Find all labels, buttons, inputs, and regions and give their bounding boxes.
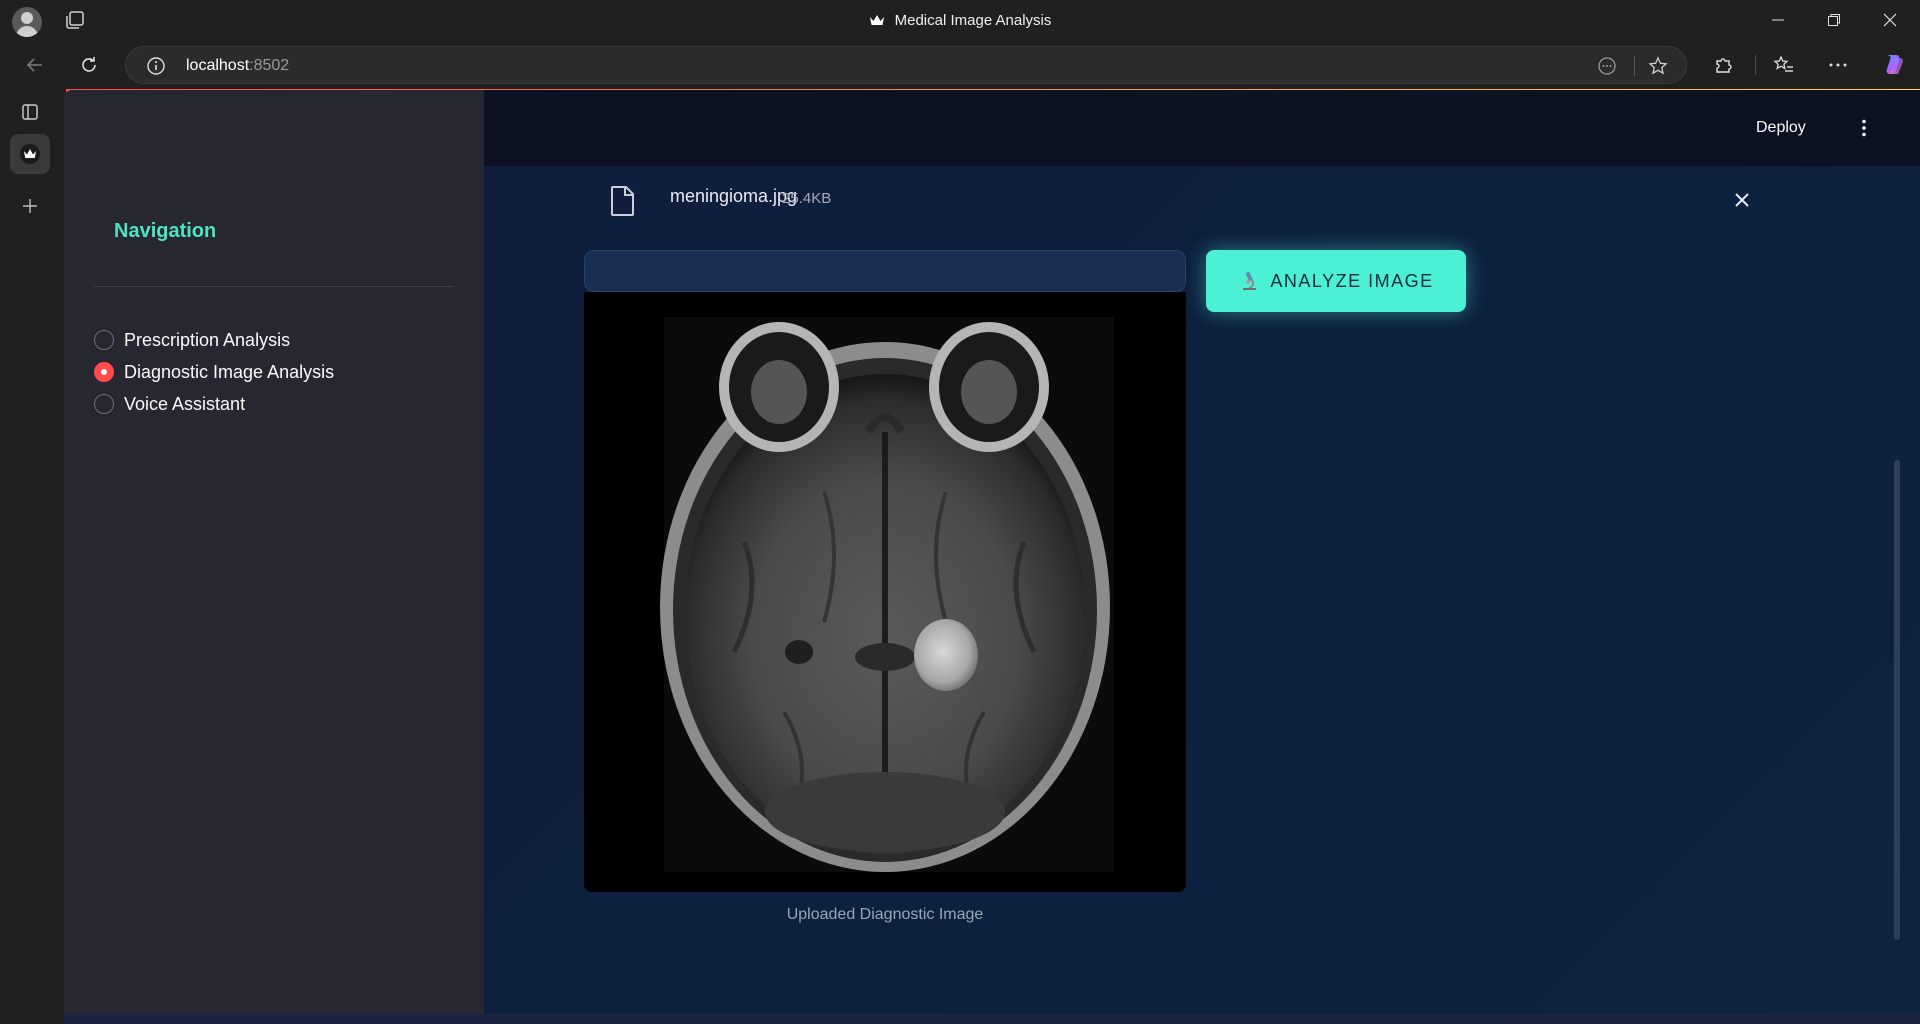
streamlit-crown-icon — [869, 15, 884, 25]
extensions-button[interactable] — [1707, 48, 1741, 82]
minimize-icon — [1772, 19, 1784, 21]
close-icon — [1883, 13, 1897, 27]
radio-label: Prescription Analysis — [124, 329, 291, 350]
refresh-button[interactable] — [72, 48, 106, 82]
info-icon[interactable] — [146, 56, 166, 76]
navigation-heading: Navigation — [114, 220, 217, 242]
app-sidebar: Navigation Prescription Analysis Diagnos… — [64, 90, 484, 1014]
browser-toolbar: localhost:8502 — [0, 40, 1920, 90]
sidebar-toggle-button[interactable] — [10, 92, 50, 132]
url-text[interactable]: localhost:8502 — [186, 47, 289, 85]
radio-button[interactable] — [94, 330, 114, 350]
profile-avatar[interactable] — [12, 7, 42, 37]
radio-label: Diagnostic Image Analysis — [124, 361, 335, 382]
url-host: localhost — [186, 57, 250, 74]
radio-button-selected[interactable] — [94, 362, 114, 382]
puzzle-icon — [1716, 58, 1732, 73]
image-caption: Uploaded Diagnostic Image — [786, 906, 984, 923]
copilot-icon — [1886, 55, 1904, 74]
settings-more-button[interactable] — [1821, 48, 1855, 82]
radio-option-prescription-analysis[interactable]: Prescription Analysis — [94, 324, 290, 356]
favorites-button[interactable] — [1767, 48, 1801, 82]
file-icon — [611, 186, 634, 216]
main-scrollbar[interactable] — [1894, 460, 1900, 940]
kebab-menu-icon[interactable] — [1854, 118, 1874, 138]
address-bar[interactable]: localhost:8502 — [125, 46, 1687, 84]
analyze-button-label: ANALYZE IMAGE — [1270, 270, 1434, 291]
back-arrow-icon — [26, 58, 42, 72]
toolbar-separator — [1755, 55, 1756, 75]
favorites-list-icon — [1773, 55, 1793, 72]
image-header-bar — [584, 250, 1186, 292]
plus-icon — [23, 199, 37, 213]
back-button[interactable] — [18, 48, 52, 82]
minimize-button[interactable] — [1750, 0, 1806, 40]
main-content: Deploy meningioma.jpg 25.4KB Uploaded Di… — [484, 90, 1920, 1014]
deploy-button[interactable]: Deploy — [1746, 110, 1816, 146]
close-icon[interactable] — [1730, 188, 1754, 212]
radio-button[interactable] — [94, 394, 114, 414]
new-tab-button[interactable] — [10, 186, 50, 226]
radio-option-voice-assistant[interactable]: Voice Assistant — [94, 388, 245, 420]
browser-side-strip — [0, 90, 64, 1024]
streamlit-app: Navigation Prescription Analysis Diagnos… — [64, 90, 1920, 1014]
app-bottom-edge — [64, 1014, 1920, 1024]
streamlit-crown-icon — [20, 144, 40, 164]
ellipsis-icon — [1829, 63, 1847, 67]
radio-option-diagnostic-image-analysis[interactable]: Diagnostic Image Analysis — [94, 356, 334, 388]
app-header: Deploy — [484, 90, 1920, 166]
window-title-text: Medical Image Analysis — [894, 11, 1052, 29]
url-port: :8502 — [249, 57, 290, 74]
microscope-icon — [1243, 271, 1257, 290]
uploaded-file-name: meningioma.jpg — [670, 186, 798, 206]
restore-button[interactable] — [1806, 0, 1862, 40]
close-window-button[interactable] — [1862, 0, 1918, 40]
refresh-icon — [82, 57, 96, 72]
sidebar-divider — [94, 286, 454, 287]
diagnostic-image — [584, 292, 1186, 892]
uploaded-file-size: 25.4KB — [782, 190, 832, 207]
tabs-icon[interactable] — [64, 9, 86, 31]
window-title-bar: Medical Image Analysis — [0, 0, 1920, 40]
panel-icon — [22, 104, 38, 120]
radio-label: Voice Assistant — [124, 393, 246, 414]
analyze-image-button[interactable]: ANALYZE IMAGE — [1206, 250, 1466, 312]
address-separator — [1634, 56, 1635, 76]
copilot-button[interactable] — [1876, 48, 1910, 82]
star-icon[interactable] — [1648, 56, 1668, 76]
window-title: Medical Image Analysis — [0, 0, 1920, 40]
restore-icon — [1828, 14, 1840, 26]
more-circle-icon[interactable] — [1597, 56, 1617, 76]
brain-mri-scan — [584, 292, 1186, 892]
active-tab-button[interactable] — [10, 134, 50, 174]
